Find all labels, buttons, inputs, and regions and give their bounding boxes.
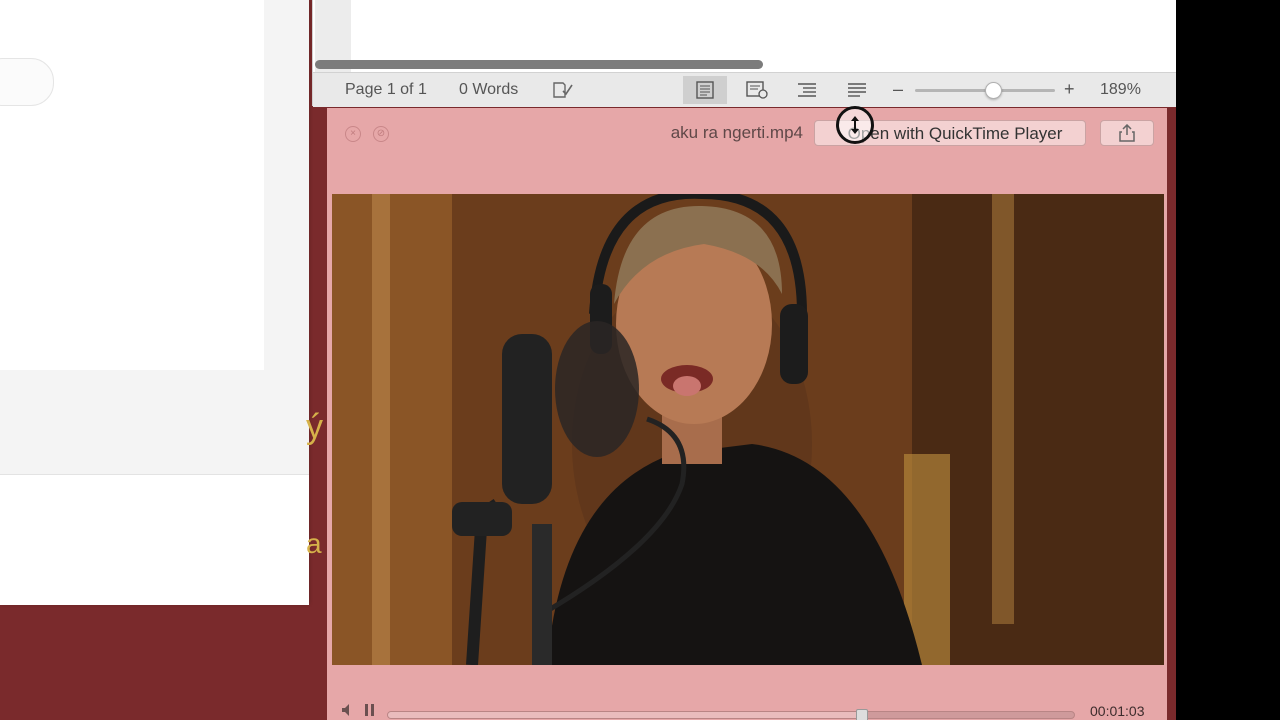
draft-icon[interactable] [835, 76, 879, 104]
file-name: aku ra ngerti.mp4 [670, 123, 803, 142]
zoom-percentage[interactable]: 189% [1100, 81, 1141, 99]
zoom-out-button[interactable]: – [893, 79, 903, 100]
share-button[interactable] [1100, 120, 1154, 146]
left-panel [0, 0, 264, 370]
zoom-in-button[interactable]: + [1064, 79, 1075, 100]
wallpaper-letter: a [306, 528, 322, 559]
wallpaper-letter: ý [306, 408, 323, 446]
web-layout-icon[interactable] [735, 76, 779, 104]
resize-vertical-cursor-icon [836, 106, 874, 144]
status-bar: Page 1 of 1 0 Words – + 189% [313, 72, 1176, 107]
scrubber-handle[interactable] [856, 709, 869, 720]
page-count[interactable]: Page 1 of 1 [345, 81, 427, 99]
video-frame[interactable] [332, 194, 1164, 665]
zoom-slider-handle[interactable] [985, 82, 1002, 99]
share-icon [1119, 124, 1135, 142]
print-layout-icon[interactable] [683, 76, 727, 104]
quick-look-titlebar[interactable]: × ⊘ aku ra ngerti.mp4 Open with QuickTim… [327, 108, 1167, 158]
current-time: 00:01:03 [1090, 703, 1145, 719]
speaker-icon[interactable] [341, 703, 355, 720]
document-canvas[interactable] [313, 0, 1176, 72]
proofing-icon[interactable] [551, 80, 575, 105]
screen-edge [1176, 0, 1280, 720]
word-count[interactable]: 0 Words [459, 81, 518, 99]
desktop: ý a Page 1 of 1 0 Words – + 189% × ⊘ aku… [0, 0, 1176, 720]
close-icon[interactable]: × [345, 126, 361, 142]
pause-icon[interactable] [363, 703, 377, 720]
document-window: Page 1 of 1 0 Words – + 189% [312, 0, 1176, 107]
fullscreen-icon[interactable]: ⊘ [373, 126, 389, 142]
playback-controls: 00:01:03 [327, 698, 1167, 720]
video-scene [332, 194, 1164, 665]
playback-progress [388, 712, 862, 718]
left-bottom-panel [0, 474, 309, 605]
playback-scrubber[interactable] [387, 709, 1075, 720]
left-app-window [0, 0, 309, 605]
horizontal-scrollbar[interactable] [315, 60, 763, 69]
quick-look-window: × ⊘ aku ra ngerti.mp4 Open with QuickTim… [327, 108, 1167, 720]
outline-icon[interactable] [785, 76, 829, 104]
search-field[interactable] [0, 58, 54, 106]
